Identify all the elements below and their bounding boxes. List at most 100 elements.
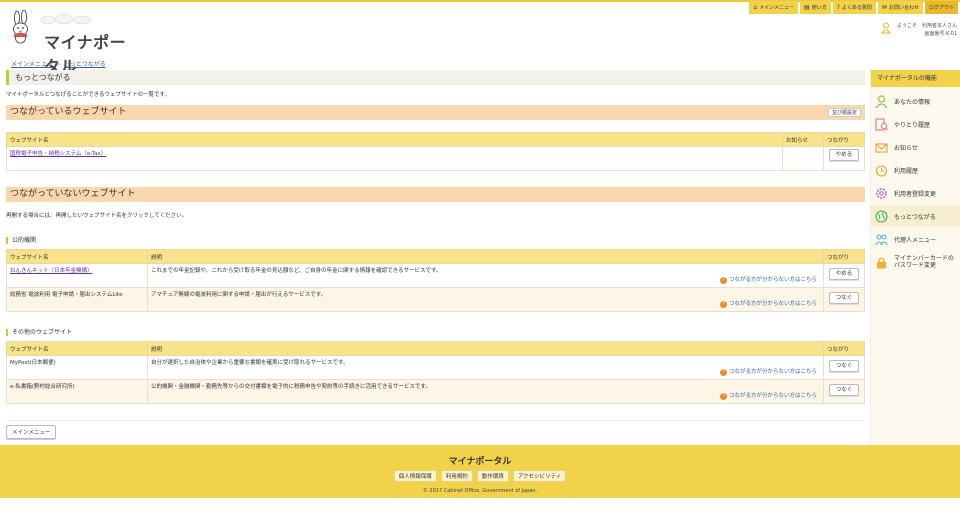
table-header-row: ウェブサイト名 お知らせ つながり — [6, 132, 865, 147]
logo[interactable]: マイナポータル — [8, 10, 138, 76]
user-icon — [881, 22, 891, 34]
sidebar-item-label: マイナンバーカードの パスワード変更 — [894, 255, 954, 269]
person-icon — [875, 94, 888, 108]
column-site-name: ウェブサイト名 — [6, 341, 148, 356]
welcome-area: ようこそ 利用者本人さん 画面番号:K-01 — [881, 22, 957, 38]
column-notice: お知らせ — [782, 132, 824, 147]
table-header-row: ウェブサイト名 説明 つながり — [6, 249, 865, 264]
site-name[interactable]: 総務省 電波利用 電子申請・届出システムLite — [10, 292, 122, 298]
page-title: もっとつながる — [6, 70, 865, 85]
home-icon: ⌂ — [753, 4, 758, 11]
main-content: もっとつながる マイナポータルとつなげることができるウェブサイトの一覧です。 つ… — [6, 70, 865, 439]
column-site-name: ウェブサイト名 — [6, 132, 783, 147]
nav-main-menu[interactable]: ⌂ メインメニュー — [749, 1, 799, 14]
other-table: ウェブサイト名 説明 つながり MyPost(日本郵便) 自分が選択した自治体や… — [6, 341, 865, 404]
table-row: 国税電子申告・納税システム（e-Tax） やめる — [6, 146, 865, 171]
column-site-name: ウェブサイト名 — [6, 249, 148, 264]
connected-section-header: つながっているウェブサイト 並び順設定 — [6, 105, 865, 120]
logout-button[interactable]: ログアウト — [924, 1, 958, 14]
nav-contact[interactable]: ✉ お問い合わせ — [877, 1, 923, 14]
public-table: ウェブサイト名 説明 つながり ねんきんネット（日本年金機構） これまでの年金記… — [6, 249, 865, 312]
connected-table: ウェブサイト名 お知らせ つながり 国税電子申告・納税システム（e-Tax） や… — [6, 132, 865, 171]
group-title-other: その他のウェブサイト — [6, 329, 865, 336]
table-row: MyPost(日本郵便) 自分が選択した自治体や企業から重要な書類を確実に受け取… — [6, 355, 865, 380]
connect-button[interactable]: つなぐ — [828, 384, 860, 396]
column-description: 説明 — [147, 341, 824, 356]
help-link[interactable]: ? つながる方が分からない方はこちら — [719, 367, 817, 376]
breadcrumb-current[interactable]: もっとつながる — [64, 61, 106, 68]
footer-title: マイナポータル — [448, 457, 512, 467]
footer-link-environment[interactable]: 動作環境 — [476, 470, 509, 482]
sidebar-item-more-connect[interactable]: もっとつながる — [871, 205, 960, 228]
clock-icon — [875, 164, 888, 177]
sort-settings-button[interactable]: 並び順設定 — [827, 108, 861, 117]
group-title-public: 公的機関 — [6, 237, 865, 244]
sidebar-heading: マイナポータルの機能 — [871, 70, 960, 87]
site-link-etax[interactable]: 国税電子申告・納税システム（e-Tax） — [10, 151, 106, 157]
welcome-text: ようこそ 利用者本人さん — [896, 23, 957, 29]
stop-button[interactable]: やめる — [828, 149, 860, 161]
breadcrumb: メインメニュー > もっとつながる — [11, 59, 106, 68]
help-icon: ? — [719, 393, 727, 400]
table-row: 総務省 電波利用 電子申請・届出システムLite アマチュア無線の電波利用に関す… — [6, 287, 865, 312]
sidebar-item-notices[interactable]: お知らせ — [871, 136, 960, 159]
site-link-nenkin[interactable]: ねんきんネット（日本年金機構） — [10, 268, 93, 274]
sidebar-item-usage-history[interactable]: 利用履歴 — [871, 159, 960, 182]
sidebar-item-proxy-menu[interactable]: 代理人メニュー — [871, 228, 960, 251]
column-connection: つながり — [823, 132, 865, 147]
help-link[interactable]: ? つながる方が分からない方はこちら — [719, 391, 817, 400]
sidebar: マイナポータルの機能 あなたの情報 やりとり履歴 お知らせ 利用履歴 利用者登録… — [870, 70, 960, 445]
globe-icon — [875, 209, 888, 223]
connected-heading: つながっているウェブサイト — [10, 107, 127, 117]
nav-faq[interactable]: ? よくある質問 — [832, 1, 876, 14]
footer-link-accessibility[interactable]: アクセシビリティ — [512, 470, 567, 482]
stop-button[interactable]: やめる — [828, 268, 860, 280]
column-connection: つながり — [823, 341, 865, 356]
question-icon: ? — [836, 4, 840, 11]
chat-icon: ✉ — [881, 4, 887, 11]
cloud-decoration-icon — [40, 13, 91, 25]
screen-id: 画面番号:K-01 — [924, 31, 957, 37]
breadcrumb-separator: > — [55, 61, 61, 68]
lock-icon — [877, 257, 886, 268]
help-icon: ? — [719, 369, 727, 376]
sidebar-item-registration[interactable]: 利用者登録変更 — [871, 182, 960, 205]
column-connection: つながり — [823, 249, 865, 264]
copyright: © 2017 Cabinet Office, Government of Jap… — [422, 488, 538, 494]
connect-button[interactable]: つなぐ — [828, 292, 860, 304]
site-name[interactable]: MyPost(日本郵便) — [10, 360, 56, 366]
site-description: 公的機関・金融機関・勤務先等からの交付書類を電子的に税務申告や契約等の手続きに活… — [151, 384, 431, 390]
site-description: アマチュア無線の電波利用に関する申請・届出が行えるサービスです。 — [151, 292, 327, 298]
nav-how-to-use[interactable]: ▤ 使い方 — [800, 1, 831, 14]
top-navigation: ⌂ メインメニュー ▤ 使い方 ? よくある質問 ✉ お問い合わせ ログアウト — [749, 1, 958, 14]
unconnected-section-header: つながっていないウェブサイト — [6, 187, 865, 202]
footer-links: 個人情報保護 利用規約 動作環境 アクセシビリティ — [0, 470, 960, 482]
notice-cell — [782, 146, 824, 171]
unconnected-note: 再開する場合には、再開したいウェブサイト名をクリックしてください。 — [6, 213, 188, 219]
footer-link-terms[interactable]: 利用規約 — [440, 470, 473, 482]
rabbit-logo-icon — [13, 10, 28, 44]
gear-icon — [876, 187, 887, 199]
site-description: 自分が選択した自治体や企業から重要な書類を確実に受け取れるサービスです。 — [151, 360, 349, 366]
help-icon: ? — [719, 277, 727, 284]
table-header-row: ウェブサイト名 説明 つながり — [6, 341, 865, 356]
site-name[interactable]: e-私書箱(野村総合研究所) — [10, 384, 75, 390]
table-row: e-私書箱(野村総合研究所) 公的機関・金融機関・勤務先等からの交付書類を電子的… — [6, 379, 865, 404]
unconnected-heading: つながっていないウェブサイト — [10, 189, 136, 199]
sidebar-item-card-password[interactable]: マイナンバーカードの パスワード変更 — [871, 251, 960, 274]
connect-button[interactable]: つなぐ — [828, 360, 860, 372]
site-description: これまでの年金記録や、これから受け取る年金の見込額など、ご自身の年金に関する情報… — [151, 268, 442, 274]
people-icon — [875, 234, 888, 245]
breadcrumb-main-menu[interactable]: メインメニュー — [11, 61, 53, 68]
sidebar-item-your-info[interactable]: あなたの情報 — [871, 90, 960, 113]
main-menu-button[interactable]: メインメニュー — [6, 425, 57, 439]
bottom-actions: メインメニュー — [6, 420, 865, 439]
help-link[interactable]: ? つながる方が分からない方はこちら — [719, 275, 817, 284]
help-link[interactable]: ? つながる方が分からない方はこちら — [719, 299, 817, 308]
page-description: マイナポータルとつなげることができるウェブサイトの一覧です。 — [6, 92, 171, 98]
book-icon: ▤ — [804, 4, 810, 11]
footer-link-privacy[interactable]: 個人情報保護 — [393, 470, 437, 482]
column-description: 説明 — [147, 249, 824, 264]
help-icon: ? — [719, 301, 727, 308]
sidebar-item-history[interactable]: やりとり履歴 — [871, 113, 960, 136]
